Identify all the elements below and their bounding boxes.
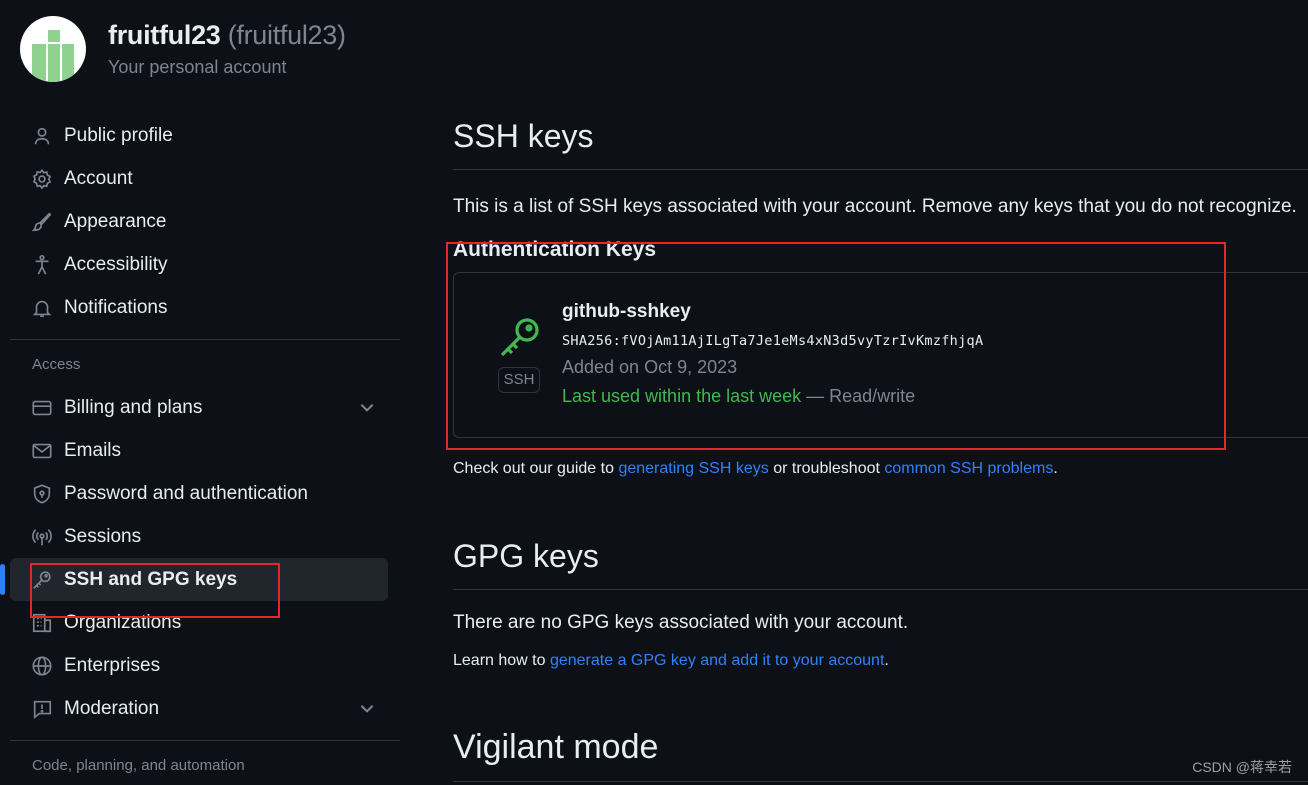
key-icon xyxy=(30,568,54,592)
ssh-key-last-used: Last used within the last week xyxy=(562,386,802,406)
sidebar-section-code-planning: Code, planning, and automation xyxy=(32,757,245,774)
sidebar-item-label: Moderation xyxy=(64,697,160,719)
gpg-keys-section: GPG keys There are no GPG keys associate… xyxy=(453,538,1308,670)
settings-page: fruitful23 (fruitful23) Your personal ac… xyxy=(0,0,1308,785)
sidebar-item-label: Notifications xyxy=(64,296,168,318)
ssh-keys-description: This is a list of SSH keys associated wi… xyxy=(453,196,1297,217)
avatar[interactable] xyxy=(20,16,86,82)
ssh-key-access: — Read/write xyxy=(801,386,916,406)
organization-icon xyxy=(30,611,54,635)
sidebar-item-label: Public profile xyxy=(64,124,173,146)
shield-lock-icon xyxy=(30,482,54,506)
authentication-keys-heading: Authentication Keys xyxy=(453,238,657,261)
sidebar-item-password-auth[interactable]: Password and authentication xyxy=(10,472,400,515)
gpg-learn-text: Learn how to generate a GPG key and add … xyxy=(453,652,1308,670)
sidebar-item-public-profile[interactable]: Public profile xyxy=(10,114,400,157)
gear-icon xyxy=(30,167,54,191)
ssh-key-added-date: Added on Oct 9, 2023 xyxy=(562,357,738,377)
mail-icon xyxy=(30,439,54,463)
ssh-keys-section: SSH keys This is a list of SSH keys asso… xyxy=(453,118,1308,478)
sidebar-item-label: Emails xyxy=(64,439,122,461)
sidebar-item-label: Enterprises xyxy=(64,654,161,676)
sidebar-divider xyxy=(10,339,400,340)
gpg-empty-message: There are no GPG keys associated with yo… xyxy=(453,612,909,633)
sidebar-item-label: Billing and plans xyxy=(64,396,203,418)
account-name[interactable]: fruitful23 (fruitful23) xyxy=(108,20,346,51)
account-display-name: fruitful23 xyxy=(108,20,221,50)
sidebar-item-account[interactable]: Account xyxy=(10,157,400,200)
sidebar-item-accessibility[interactable]: Accessibility xyxy=(10,243,400,286)
vigilant-mode-heading: Vigilant mode xyxy=(453,728,1308,782)
gpg-learn-suffix: . xyxy=(884,652,889,669)
ssh-guide-text: Check out our guide to generating SSH ke… xyxy=(453,460,1308,478)
report-icon xyxy=(30,697,54,721)
accessibility-icon xyxy=(30,253,54,277)
generate-gpg-key-link[interactable]: generate a GPG key and add it to your ac… xyxy=(550,652,884,669)
sidebar-section-access: Access xyxy=(32,356,81,373)
sidebar-item-label: Appearance xyxy=(64,210,167,232)
sidebar-divider xyxy=(10,740,400,741)
sidebar-item-billing[interactable]: Billing and plans xyxy=(10,386,400,429)
account-login: (fruitful23) xyxy=(227,20,346,50)
credit-card-icon xyxy=(30,396,54,420)
user-header: fruitful23 (fruitful23) Your personal ac… xyxy=(20,16,346,82)
ssh-key-card: SSH github-sshkey SHA256:fVOjAm11AjILgTa… xyxy=(453,272,1308,438)
sidebar-item-label: Sessions xyxy=(64,525,142,547)
ssh-guide-suffix: . xyxy=(1053,460,1058,477)
sidebar-item-ssh-gpg-keys[interactable]: SSH and GPG keys xyxy=(0,558,388,601)
chevron-down-icon[interactable] xyxy=(358,699,376,717)
ssh-guide-mid: or troubleshoot xyxy=(768,460,885,477)
generating-ssh-keys-link[interactable]: generating SSH keys xyxy=(618,460,768,477)
main-content: SSH keys This is a list of SSH keys asso… xyxy=(453,118,1308,782)
sidebar-item-enterprises[interactable]: Enterprises xyxy=(10,644,400,687)
sidebar-item-label: Account xyxy=(64,167,133,189)
sidebar-item-appearance[interactable]: Appearance xyxy=(10,200,400,243)
settings-sidebar: Public profile Account Appearance Access… xyxy=(0,114,400,785)
person-icon xyxy=(30,124,54,148)
ssh-badge: SSH xyxy=(498,367,540,393)
vigilant-mode-section: Vigilant mode xyxy=(453,728,1308,782)
ssh-key-title: github-sshkey xyxy=(562,301,691,322)
sidebar-item-label: Accessibility xyxy=(64,253,168,275)
sidebar-item-label: Organizations xyxy=(64,611,182,633)
key-icon xyxy=(500,318,539,357)
watermark: CSDN @蒋幸若 xyxy=(1192,759,1292,775)
account-subtitle: Your personal account xyxy=(108,57,287,77)
ssh-keys-heading: SSH keys xyxy=(453,118,1308,170)
sidebar-item-label: Password and authentication xyxy=(64,482,308,504)
gpg-keys-heading: GPG keys xyxy=(453,538,1308,590)
sidebar-item-sessions[interactable]: Sessions xyxy=(10,515,400,558)
sidebar-item-label: SSH and GPG keys xyxy=(64,568,238,590)
ssh-guide-prefix: Check out our guide to xyxy=(453,460,619,477)
sidebar-item-notifications[interactable]: Notifications xyxy=(10,286,400,329)
bell-icon xyxy=(30,296,54,320)
ssh-key-fingerprint: SHA256:fVOjAm11AjILgTa7Je1eMs4xN3d5vyTzr… xyxy=(562,333,984,349)
sidebar-item-emails[interactable]: Emails xyxy=(10,429,400,472)
globe-icon xyxy=(30,654,54,678)
common-ssh-problems-link[interactable]: common SSH problems xyxy=(884,460,1053,477)
broadcast-icon xyxy=(30,525,54,549)
paintbrush-icon xyxy=(30,210,54,234)
chevron-down-icon[interactable] xyxy=(358,398,376,416)
sidebar-item-moderation[interactable]: Moderation xyxy=(10,687,400,730)
sidebar-item-organizations[interactable]: Organizations xyxy=(10,601,400,644)
gpg-learn-prefix: Learn how to xyxy=(453,652,550,669)
ssh-key-usage: Last used within the last week — Read/wr… xyxy=(562,386,983,407)
